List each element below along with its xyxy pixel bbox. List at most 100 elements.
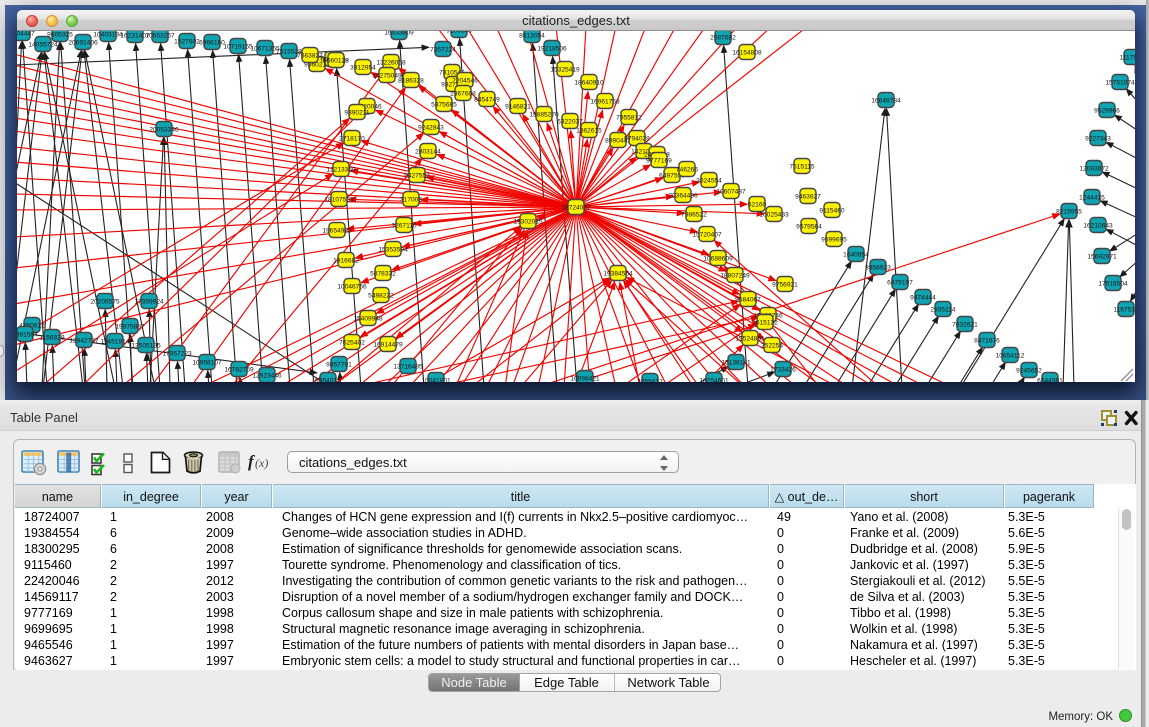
svg-text:8958923: 8958923 [865,264,891,271]
svg-text:8660128: 8660128 [323,57,349,64]
svg-text:20053346: 20053346 [149,126,179,133]
svg-text:10688609: 10688609 [703,255,733,262]
svg-text:18640910: 18640910 [574,79,604,86]
svg-text:17359924: 17359924 [134,298,164,305]
svg-text:9605325: 9605325 [47,31,73,38]
svg-text:2803144: 2803144 [415,148,441,155]
svg-text:10958107: 10958107 [192,359,222,366]
svg-text:9463627: 9463627 [795,193,821,200]
svg-text:19218506: 19218506 [537,45,567,52]
svg-text:2455612: 2455612 [637,378,663,382]
svg-text:1733426: 1733426 [770,366,796,373]
svg-text:10607487: 10607487 [716,188,746,195]
svg-text:8304447: 8304447 [17,31,35,37]
svg-text:18724007: 18724007 [561,204,591,211]
svg-text:3912954: 3912954 [350,64,376,71]
svg-text:10025433: 10025433 [759,211,789,218]
svg-text:17016504: 17016504 [1098,280,1128,287]
svg-text:10403194: 10403194 [93,31,123,38]
svg-text:9699695: 9699695 [821,236,847,243]
svg-text:9684067: 9684067 [735,296,761,303]
svg-text:5878332: 5878332 [370,270,396,277]
svg-text:6966160: 6966160 [199,39,225,46]
svg-text:7632621: 7632621 [952,321,978,328]
svg-text:12505135: 12505135 [131,342,161,349]
svg-text:9579564: 9579564 [796,223,822,230]
svg-text:2367608: 2367608 [450,90,476,97]
svg-text:16648784: 16648784 [871,97,901,104]
svg-text:9227343: 9227343 [1085,135,1111,142]
svg-text:15751074: 15751074 [1105,79,1135,86]
svg-text:9391594: 9391594 [17,331,38,338]
svg-text:2718170: 2718170 [339,135,365,142]
svg-text:7625402: 7625402 [339,339,365,346]
svg-text:9390211: 9390211 [344,109,370,116]
svg-text:317006: 317006 [400,196,422,203]
svg-text:1916682: 1916682 [333,257,359,264]
svg-text:8186328: 8186328 [398,77,424,84]
svg-text:12923446: 12923446 [252,372,282,379]
svg-text:9756921: 9756921 [772,281,798,288]
svg-text:7515115: 7515115 [789,163,815,170]
svg-text:11451914: 11451914 [101,338,130,345]
svg-text:17957223: 17957223 [162,350,192,357]
svg-text:12942737: 12942737 [69,337,99,344]
svg-text:1167530: 1167530 [1113,306,1135,313]
svg-text:20691406: 20691406 [68,39,98,46]
svg-text:16782759: 16782759 [224,366,254,373]
svg-text:1640954: 1640954 [843,251,869,258]
svg-text:8813054: 8813054 [519,32,545,39]
svg-text:20364436: 20364436 [668,192,698,199]
svg-text:746266: 746266 [676,166,698,173]
svg-text:16914479: 16914479 [373,341,403,348]
svg-text:7955812: 7955812 [616,114,642,121]
svg-text:9106540: 9106540 [446,31,472,34]
svg-text:19654983: 19654983 [322,227,352,234]
svg-text:1362615: 1362615 [576,127,602,134]
svg-text:7357224: 7357224 [430,46,456,53]
svg-text:6544981: 6544981 [1037,377,1063,382]
svg-text:9242843: 9242843 [418,124,444,131]
svg-text:13716485: 13716485 [393,363,423,370]
svg-text:1156829: 1156829 [39,334,65,341]
svg-text:62160: 62160 [748,201,767,208]
svg-text:18807249: 18807249 [720,272,750,279]
svg-text:15692971: 15692971 [1087,253,1117,260]
svg-text:9115460: 9115460 [819,207,845,214]
svg-text:1244415: 1244415 [1079,194,1105,201]
svg-text:12093872: 12093872 [1079,165,1109,172]
svg-text:7663822: 7663822 [297,52,323,59]
svg-text:9245652: 9245652 [1016,367,1042,374]
svg-text:8471676: 8471676 [974,337,1000,344]
svg-text:5498222: 5498222 [368,292,394,299]
svg-text:6679197: 6679197 [887,279,913,286]
svg-text:1527602: 1527602 [174,38,200,45]
svg-text:9777169: 9777169 [646,157,672,164]
svg-text:16154808: 16154808 [732,49,762,56]
svg-text:7986522: 7986522 [681,211,707,218]
svg-text:3267110: 3267110 [391,222,417,229]
svg-text:10653267: 10653267 [145,32,175,39]
svg-text:15409948: 15409948 [353,315,383,322]
svg-text:9857791: 9857791 [326,361,352,368]
svg-text:16033809: 16033809 [384,31,414,36]
svg-text:19975887: 19975887 [115,323,145,330]
svg-text:18254601: 18254601 [699,377,729,382]
svg-text:19302015: 19302015 [513,218,543,225]
svg-text:9474444: 9474444 [910,294,936,301]
svg-text:15720407: 15720407 [692,231,722,238]
svg-text:12213369: 12213369 [326,166,356,173]
svg-text:8954012: 8954012 [315,377,341,382]
svg-text:2935114: 2935114 [930,306,956,313]
svg-text:15136141: 15136141 [721,359,751,366]
svg-text:8454749: 8454749 [474,96,500,103]
svg-text:9794028: 9794028 [624,135,650,142]
svg-text:9427552: 9427552 [404,172,430,179]
svg-text:15353594: 15353594 [378,246,408,253]
svg-text:16210643: 16210643 [1083,222,1113,229]
svg-text:1117559: 1117559 [1120,54,1135,61]
svg-text:8215955: 8215955 [1056,208,1082,215]
svg-text:19384554: 19384554 [603,270,633,277]
svg-text:14055724: 14055724 [28,41,58,48]
svg-text:(x): (x) [255,456,268,470]
